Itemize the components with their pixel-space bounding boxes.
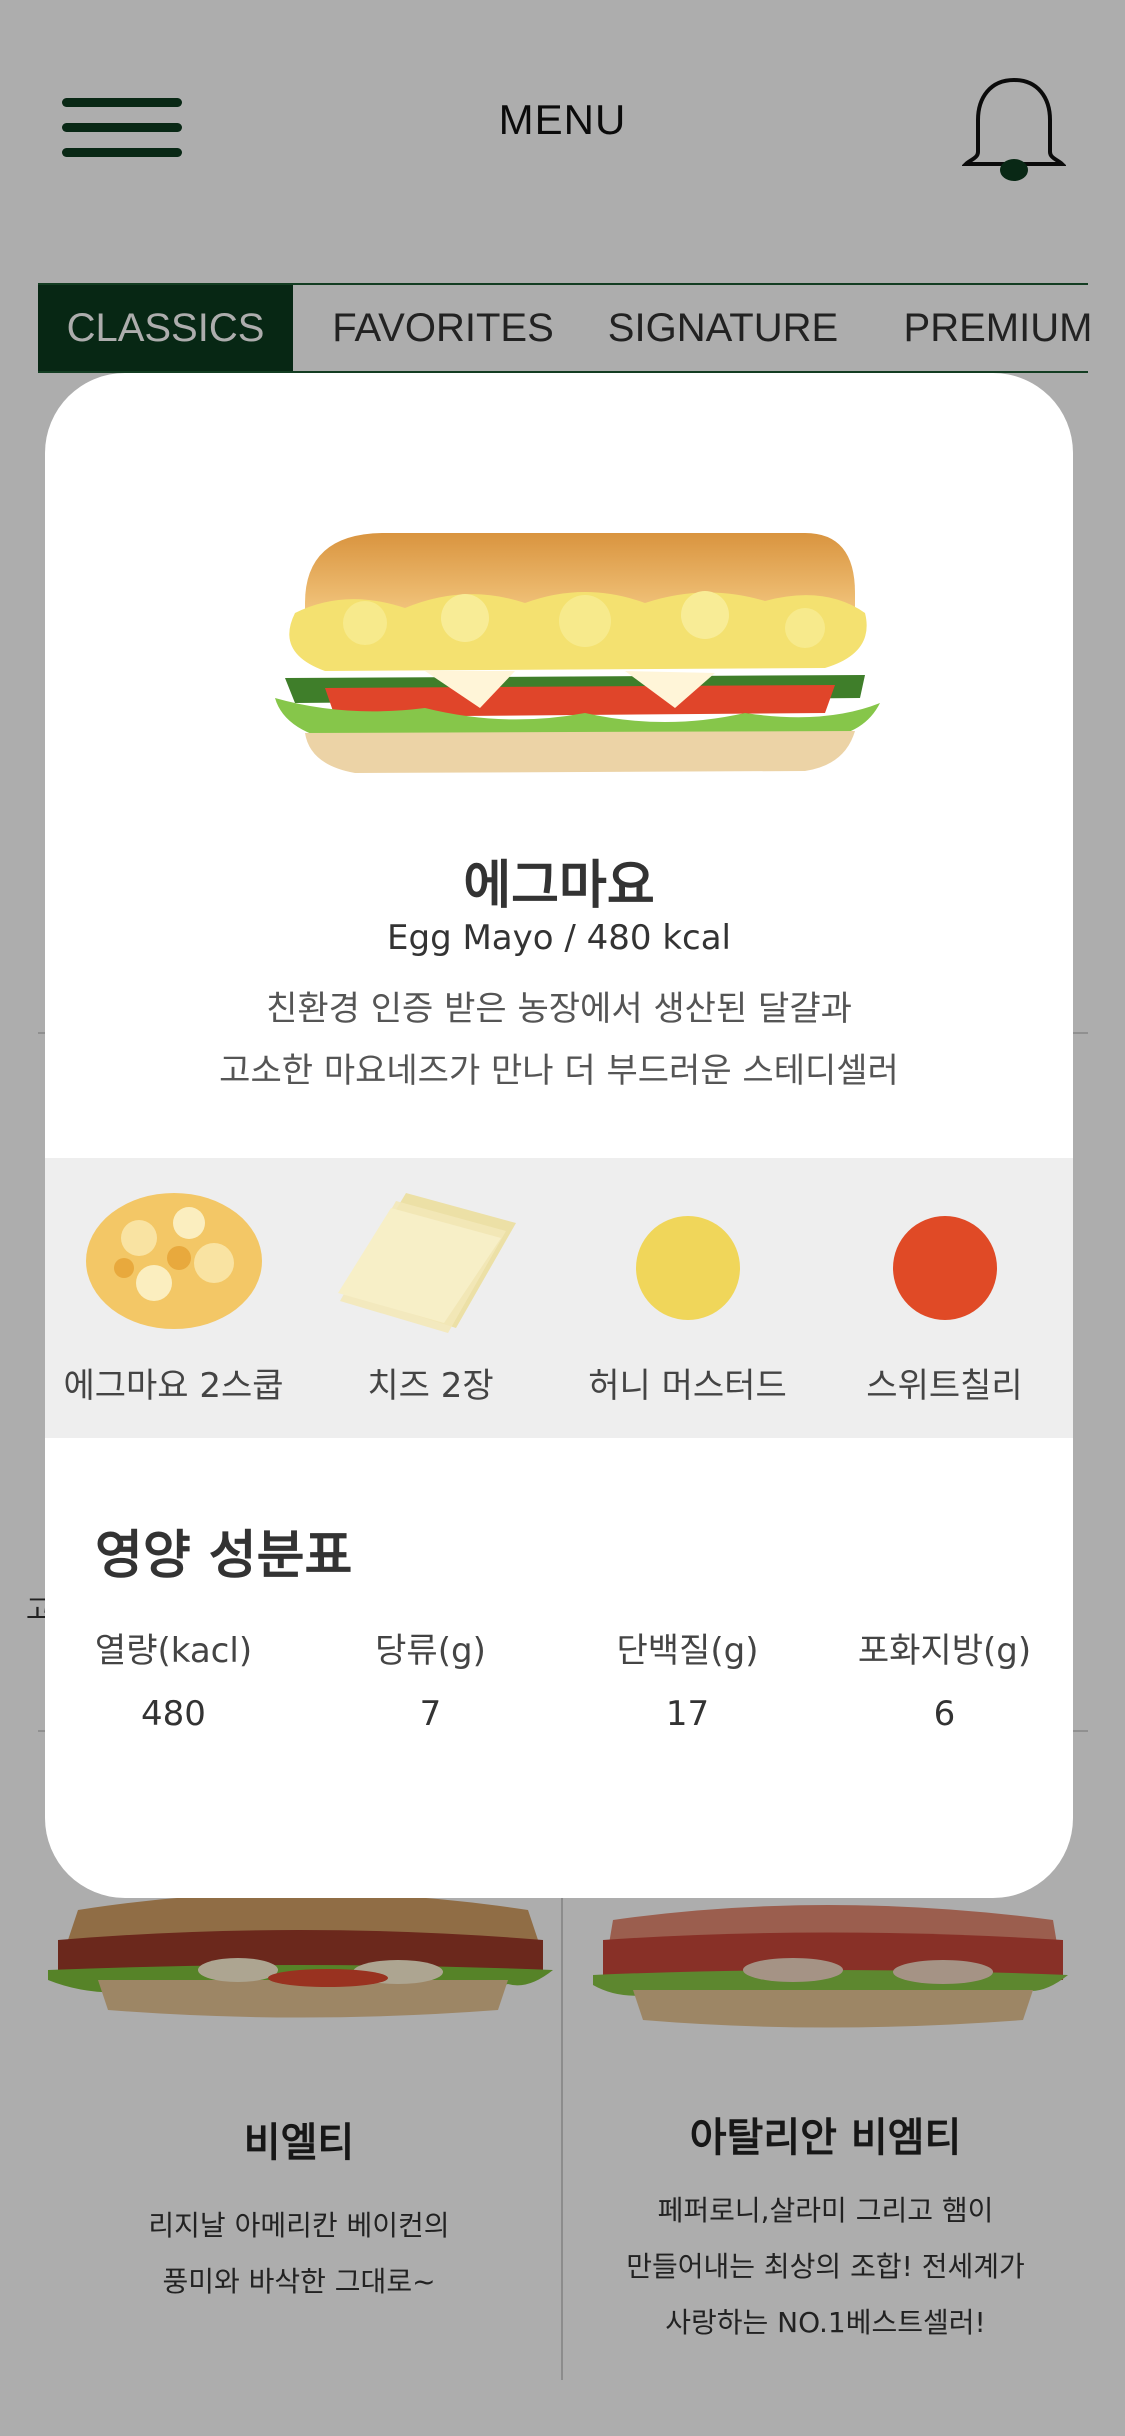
nutrition-label: 단백질(g)	[616, 1631, 759, 1671]
nutrition-label: 포화지방(g)	[857, 1631, 1032, 1671]
ingredient-label: 스위트칠리	[866, 1366, 1023, 1406]
nutrition-value: 6	[933, 1694, 956, 1734]
nutrition-label: 당류(g)	[375, 1631, 486, 1671]
modal-item-description: 친환경 인증 받은 농장에서 생산된 달걀과 고소한 마요네즈가 만나 더 부드…	[45, 978, 1073, 1102]
nutrition-item: 당류(g) 7	[302, 1623, 559, 1734]
description-line: 친환경 인증 받은 농장에서 생산된 달걀과	[266, 989, 852, 1029]
nutrition-value: 7	[419, 1694, 442, 1734]
egg-mayo-scoop-icon	[85, 1193, 262, 1329]
ingredient-item: 치즈 2장	[302, 1158, 559, 1438]
nutrition-title: 영양 성분표	[95, 1526, 353, 1586]
ingredients-strip: 에그마요 2스쿱 치즈 2장 허니 머스터드 스위트칠리	[45, 1158, 1073, 1438]
cheese-slices-icon	[337, 1193, 516, 1333]
description-line: 고소한 마요네즈가 만나 더 부드러운 스테디셀러	[219, 1051, 899, 1091]
nutrition-value: 17	[665, 1694, 710, 1734]
sweet-chili-sauce-icon	[892, 1216, 997, 1320]
ingredient-item: 스위트칠리	[816, 1158, 1073, 1438]
menu-detail-modal: 에그마요 Egg Mayo / 480 kcal 친환경 인증 받은 농장에서 …	[45, 373, 1073, 1898]
ingredient-label: 허니 머스터드	[588, 1366, 787, 1406]
ingredient-label: 치즈 2장	[367, 1366, 494, 1406]
nutrition-value: 480	[141, 1694, 206, 1734]
honey-mustard-sauce-icon	[635, 1216, 740, 1320]
nutrition-item: 열량(kacl) 480	[45, 1623, 302, 1734]
ingredient-label: 에그마요 2스쿱	[63, 1366, 284, 1406]
modal-item-subtitle: Egg Mayo / 480 kcal	[387, 918, 731, 958]
nutrition-item: 포화지방(g) 6	[816, 1623, 1073, 1734]
nutrition-item: 단백질(g) 17	[559, 1623, 816, 1734]
ingredient-item: 허니 머스터드	[559, 1158, 816, 1438]
nutrition-label: 열량(kacl)	[94, 1631, 253, 1671]
modal-item-name: 에그마요	[463, 856, 655, 916]
ingredient-item: 에그마요 2스쿱	[45, 1158, 302, 1438]
egg-mayo-sandwich-image	[275, 533, 880, 773]
